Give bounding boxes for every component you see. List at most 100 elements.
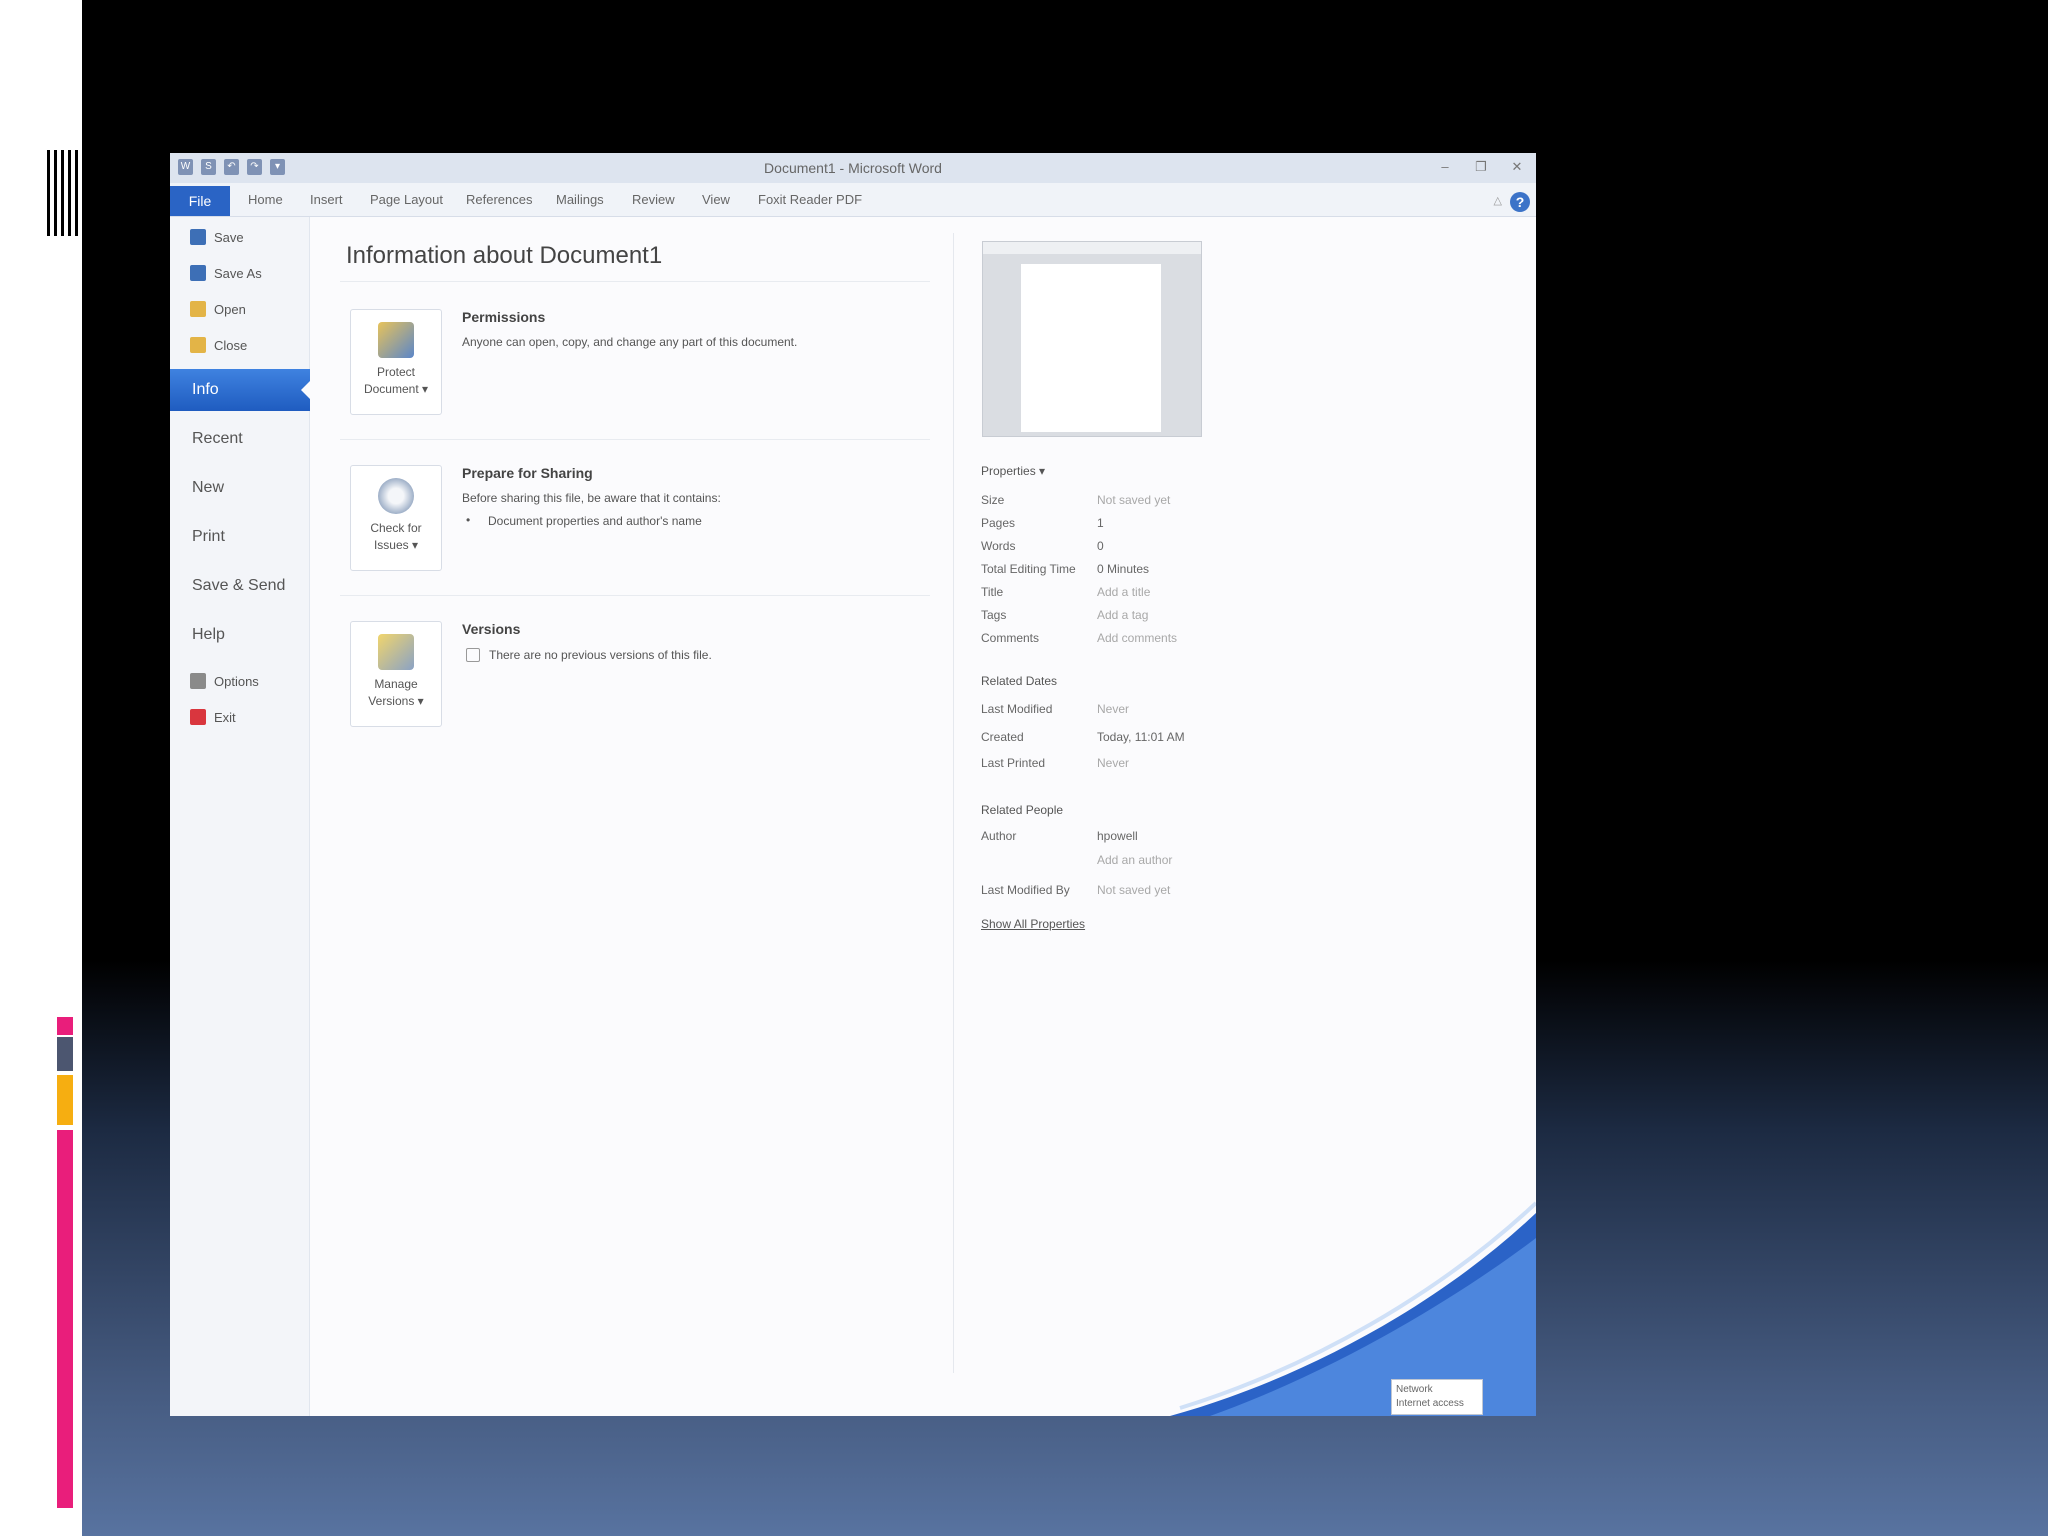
check-for-issues-label-2: Issues ▾ [373,538,419,552]
ribbon-tabs: File Home Insert Page Layout References … [170,183,1536,217]
prop-words-label: Words [981,539,1016,553]
tab-references[interactable]: References [466,192,532,207]
prop-words-value: 0 [1097,539,1104,553]
tab-file[interactable]: File [170,186,230,216]
prepare-sharing-heading: Prepare for Sharing [462,465,593,481]
prop-tags-input[interactable]: Add a tag [1097,608,1148,622]
column-divider [953,233,954,1373]
inspect-document-icon [378,478,414,514]
manage-versions-label-2: Versions ▾ [368,694,424,708]
versions-icon [378,634,414,670]
document-thumbnail[interactable] [982,241,1202,437]
related-people-heading: Related People [981,803,1064,817]
author-label: Author [981,829,1017,843]
backstage-options[interactable]: Options [190,673,259,689]
backstage-exit-label: Exit [214,709,236,725]
minimize-button[interactable]: – [1434,158,1456,176]
author-value[interactable]: hpowell [1097,829,1138,843]
prop-editing-time-value: 0 Minutes [1097,562,1150,576]
save-icon [190,229,206,245]
backstage-tab-help[interactable]: Help [170,614,310,656]
protect-document-button[interactable]: Protect Document ▾ [350,309,442,415]
accent-bar-slate [57,1037,73,1071]
accent-bar-pink-top [57,1017,73,1035]
last-modified-by-value: Not saved yet [1097,883,1171,897]
divider [340,439,930,440]
last-printed-label: Last Printed [981,756,1046,770]
options-icon [190,673,206,689]
backstage-save[interactable]: Save [190,229,244,245]
protect-document-label-1: Protect [376,365,415,379]
title-bar: W S ↶ ↷ ▾ Document1 - Microsoft Word – ❐… [170,153,1536,183]
prop-pages-label: Pages [981,516,1016,530]
backstage-save-label: Save [214,229,244,245]
tab-view[interactable]: View [702,192,730,207]
backstage-navigation: Save Save As Open Close Info Recent New … [170,217,311,1416]
add-author-input[interactable]: Add an author [1097,853,1172,867]
network-tooltip-line-1: Network [1396,1384,1433,1395]
prop-size-label: Size [981,493,1005,507]
prop-title-label: Title [981,585,1004,599]
word-window: W S ↶ ↷ ▾ Document1 - Microsoft Word – ❐… [170,153,1536,1416]
prop-size-value: Not saved yet [1097,493,1171,507]
backstage-open-label: Open [214,301,246,317]
backstage-save-as-label: Save As [214,265,262,281]
backstage-tab-new[interactable]: New [170,467,310,509]
slide-bars-decoration [47,150,79,236]
backstage-tab-info[interactable]: Info [170,369,311,411]
last-modified-value: Never [1097,702,1130,716]
prop-pages-value: 1 [1097,516,1104,530]
exit-icon [190,709,206,725]
tab-mailings[interactable]: Mailings [556,192,604,207]
prop-comments-label: Comments [981,631,1040,645]
help-icon[interactable]: ? [1510,192,1530,212]
check-for-issues-label-1: Check for [370,521,422,535]
divider [340,281,930,282]
close-folder-icon [190,337,206,353]
window-title: Document1 - Microsoft Word [764,160,942,176]
network-tooltip: Network Internet access [1391,1379,1483,1415]
bullet-icon: • [466,513,471,527]
network-tooltip-line-2: Internet access [1396,1398,1464,1409]
accent-bar-amber [57,1075,73,1125]
properties-dropdown[interactable]: Properties ▾ [981,464,1045,478]
check-for-issues-button[interactable]: Check for Issues ▾ [350,465,442,571]
window-controls: – ❐ ✕ [1434,158,1528,176]
backstage-save-as[interactable]: Save As [190,265,262,281]
created-label: Created [981,730,1024,744]
last-printed-value: Never [1097,756,1130,770]
divider [340,595,930,596]
backstage-tab-print[interactable]: Print [170,516,310,558]
tab-foxit-reader-pdf[interactable]: Foxit Reader PDF [758,192,862,207]
lock-key-icon [378,322,414,358]
versions-text: There are no previous versions of this f… [489,648,712,662]
backstage-close[interactable]: Close [190,337,247,353]
close-button[interactable]: ✕ [1506,158,1528,176]
manage-versions-label-1: Manage [374,677,418,691]
tab-home[interactable]: Home [248,192,283,207]
backstage-tab-save-send[interactable]: Save & Send [170,565,310,607]
backstage-tab-recent[interactable]: Recent [170,418,310,460]
tab-insert[interactable]: Insert [310,192,343,207]
permissions-heading: Permissions [462,309,546,325]
backstage-open[interactable]: Open [190,301,246,317]
tab-review[interactable]: Review [632,192,675,207]
versions-heading: Versions [462,621,521,637]
created-value: Today, 11:01 AM [1097,730,1185,744]
prop-title-input[interactable]: Add a title [1097,585,1150,599]
prop-comments-input[interactable]: Add comments [1097,631,1177,645]
tab-page-layout[interactable]: Page Layout [370,192,443,207]
document-icon [466,648,480,662]
prop-editing-time-label: Total Editing Time [981,562,1076,576]
permissions-text: Anyone can open, copy, and change any pa… [462,335,798,349]
page-title: Information about Document1 [346,242,663,269]
backstage-exit[interactable]: Exit [190,709,236,725]
manage-versions-button[interactable]: Manage Versions ▾ [350,621,442,727]
last-modified-by-label: Last Modified By [981,883,1070,897]
minimize-ribbon-icon[interactable]: △ [1494,194,1502,207]
thumbnail-page [1021,264,1161,432]
show-all-properties-link[interactable]: Show All Properties [981,917,1085,931]
backstage-close-label: Close [214,337,248,353]
backstage-options-label: Options [214,673,259,689]
restore-button[interactable]: ❐ [1470,158,1492,176]
